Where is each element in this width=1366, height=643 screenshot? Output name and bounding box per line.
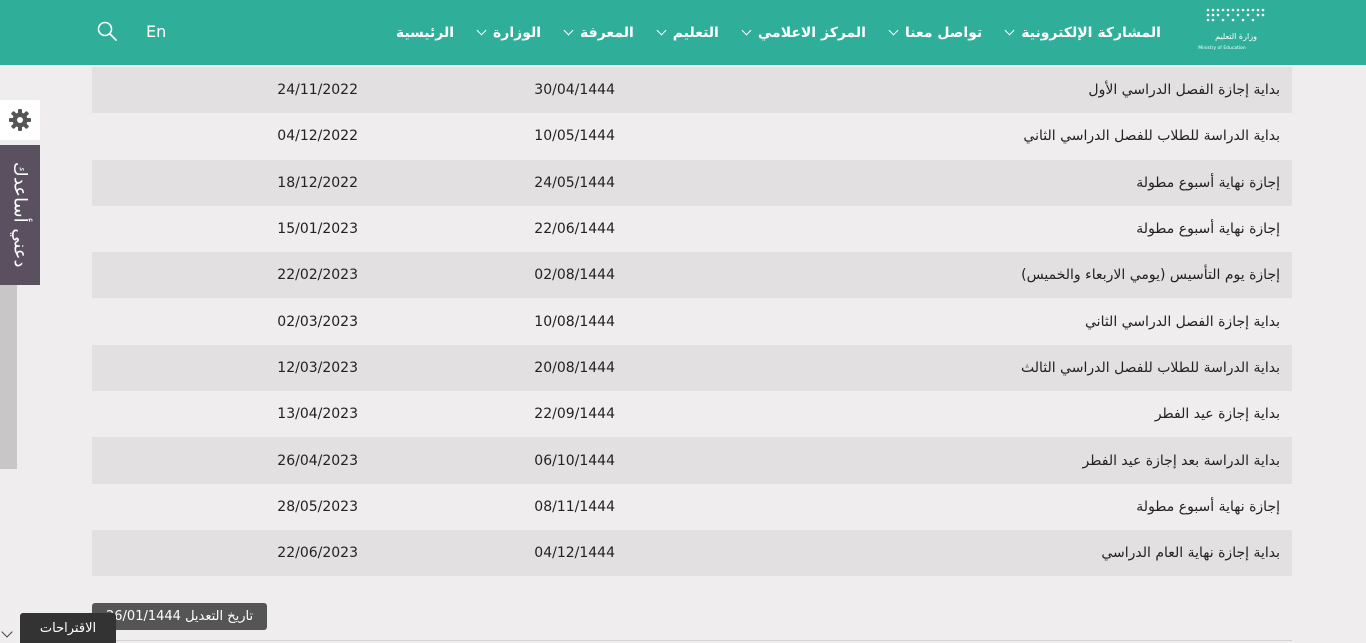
nav-item-1[interactable]: الوزارة [476, 24, 542, 41]
site-header: وزارة التعليم Ministry of Education الرئ… [0, 0, 1366, 65]
chevron-down-icon[interactable] [1, 626, 13, 638]
gregorian-date-cell: 22/02/2023 [277, 267, 358, 284]
gregorian-date-cell: 26/04/2023 [277, 452, 358, 469]
table-row: إجازة نهاية أسبوع مطولة 22/06/1444 15/01/2… [92, 205, 1292, 253]
nav-item-label: المعرفة [580, 24, 634, 41]
nav-item-label: التعليم [672, 24, 719, 41]
hijri-date-cell: 22/09/1444 [534, 406, 615, 423]
table-row: بداية إجازة نهاية العام الدراسي 04/12/144… [92, 529, 1292, 577]
hijri-date-cell: 20/08/1444 [534, 359, 615, 376]
table-row: إجازة يوم التأسيس (يومي الاربعاء والخميس… [92, 252, 1292, 299]
event-cell: بداية إجازة عيد الفطر [1154, 406, 1280, 423]
event-cell: بداية إجازة الفصل الدراسي الأول [1088, 82, 1280, 99]
table-row: بداية الدراسة للطلاب للفصل الدراسي الثان… [92, 113, 1292, 160]
nav-item-2[interactable]: المعرفة [563, 24, 634, 41]
hijri-date-cell: 06/10/1444 [534, 452, 615, 469]
event-cell: إجازة يوم التأسيس (يومي الاربعاء والخميس… [1021, 267, 1280, 284]
chevron-down-icon [476, 25, 487, 36]
gregorian-date-cell: 18/12/2022 [277, 174, 358, 191]
event-cell: إجازة نهاية أسبوع مطولة [1136, 174, 1280, 191]
nav-item-label: الرئيسية [395, 24, 455, 41]
nav-item-0[interactable]: الرئيسية [396, 25, 454, 41]
nav-item-3[interactable]: التعليم [656, 24, 719, 41]
table-row: بداية الدراسة بعد إجازة عيد الفطر 06/10/1… [92, 437, 1292, 484]
ministry-logo[interactable]: وزارة التعليم Ministry of Education [1196, 6, 1268, 52]
nav-item-4[interactable]: المركز الاعلامي [741, 24, 866, 41]
table-row: بداية إجازة الفصل الدراسي الأول 30/04/144… [92, 67, 1292, 114]
nav-item-5[interactable]: تواصل معنا [888, 24, 983, 41]
nav-item-label: المركز الاعلامي [757, 24, 866, 41]
gear-icon [9, 109, 31, 131]
table-row: إجازة نهاية أسبوع مطولة 08/11/1444 28/05/2… [92, 483, 1292, 530]
search-icon[interactable] [96, 20, 118, 42]
hijri-date-cell: 10/05/1444 [534, 128, 615, 145]
hijri-date-cell: 08/11/1444 [534, 498, 615, 515]
hijri-date-cell: 30/04/1444 [534, 82, 615, 99]
chevron-down-icon [741, 25, 752, 36]
side-strip [0, 285, 17, 469]
hijri-date-cell: 10/08/1444 [534, 313, 615, 330]
event-cell: بداية الدراسة بعد إجازة عيد الفطر [1082, 452, 1280, 469]
school-calendar-table: بداية إجازة الفصل الدراسي الأول 30/04/144… [92, 67, 1292, 577]
help-me-tab[interactable]: دعني أساعدك [0, 145, 40, 285]
chevron-down-icon [1004, 25, 1015, 36]
nav-item-label: الوزارة [493, 24, 542, 41]
help-me-label: دعني أساعدك [9, 162, 31, 268]
main-nav: الرئيسية الوزارة المعرفة التعليم المركز الاع… [372, 0, 1161, 65]
event-cell: إجازة نهاية أسبوع مطولة [1136, 498, 1280, 515]
hijri-date-cell: 24/05/1444 [534, 174, 615, 191]
suggestions-button[interactable]: الاقتراحات [20, 613, 116, 643]
nav-item-6[interactable]: المشاركة الإلكترونية [1004, 24, 1161, 41]
gregorian-date-cell: 15/01/2023 [277, 221, 358, 238]
nav-item-label: تواصل معنا [904, 24, 983, 41]
event-cell: بداية إجازة الفصل الدراسي الثاني [1085, 313, 1280, 330]
accessibility-settings-button[interactable] [0, 100, 40, 140]
hijri-date-cell: 22/06/1444 [534, 221, 615, 238]
event-cell: بداية الدراسة للطلاب للفصل الدراسي الثال… [1020, 359, 1280, 376]
table-row: بداية إجازة الفصل الدراسي الثاني 10/08/14… [92, 298, 1292, 345]
gregorian-date-cell: 04/12/2022 [277, 128, 358, 145]
gregorian-date-cell: 13/04/2023 [277, 406, 358, 423]
gregorian-date-cell: 24/11/2022 [277, 82, 358, 99]
language-switch[interactable]: En [146, 22, 166, 41]
chevron-down-icon [656, 25, 667, 36]
logo-subtitle: Ministry of Education [1198, 45, 1246, 51]
table-row: بداية الدراسة للطلاب للفصل الدراسي الثال… [92, 344, 1292, 392]
hijri-date-cell: 02/08/1444 [534, 267, 615, 284]
event-cell: إجازة نهاية أسبوع مطولة [1136, 221, 1280, 238]
chevron-down-icon [888, 25, 899, 36]
table-row: إجازة نهاية أسبوع مطولة 24/05/1444 18/12/2… [92, 159, 1292, 206]
table-row: بداية إجازة عيد الفطر 22/09/1444 13/04/202… [92, 391, 1292, 438]
event-cell: بداية الدراسة للطلاب للفصل الدراسي الثان… [1023, 128, 1280, 145]
gregorian-date-cell: 22/06/2023 [277, 545, 358, 562]
gregorian-date-cell: 28/05/2023 [277, 498, 358, 515]
event-cell: بداية إجازة نهاية العام الدراسي [1101, 545, 1280, 562]
divider [92, 640, 1292, 641]
gregorian-date-cell: 12/03/2023 [277, 359, 358, 376]
modified-date-badge: تاريخ التعديل 26/01/1444 [92, 603, 268, 630]
nav-item-label: المشاركة الإلكترونية [1021, 24, 1161, 41]
logo-title: وزارة التعليم [1215, 32, 1257, 41]
hijri-date-cell: 04/12/1444 [534, 545, 615, 562]
gregorian-date-cell: 02/03/2023 [277, 313, 358, 330]
chevron-down-icon [563, 25, 574, 36]
